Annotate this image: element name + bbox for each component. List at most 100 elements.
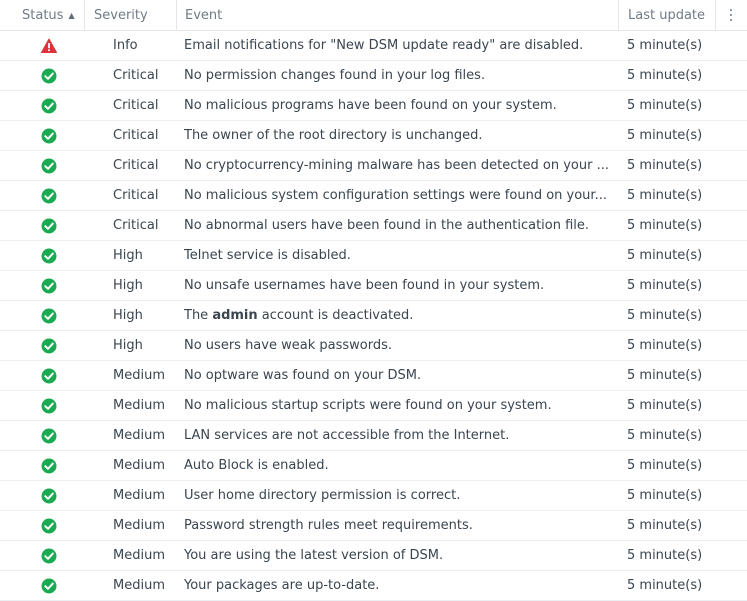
status-cell	[0, 362, 97, 390]
last-update-cell: 5 minute(s)	[627, 488, 703, 503]
check-icon	[41, 68, 57, 84]
table-row[interactable]: Critical No permission changes found in y…	[0, 61, 747, 91]
severity-cell: Medium	[113, 368, 165, 383]
last-update-cell: 5 minute(s)	[627, 68, 703, 83]
table-row[interactable]: Medium Password strength rules meet requi…	[0, 511, 747, 541]
event-cell: No unsafe usernames have been found in y…	[176, 272, 618, 300]
table-row[interactable]: Medium Auto Block is enabled. 5 minute(s)	[0, 451, 747, 481]
last-update-cell: 5 minute(s)	[627, 428, 703, 443]
severity-cell: Medium	[113, 578, 165, 593]
event-cell: No permission changes found in your log …	[176, 62, 618, 90]
event-text: No optware was found on your DSM.	[184, 368, 422, 383]
check-icon	[41, 218, 57, 234]
event-text: Telnet service is disabled.	[184, 248, 351, 263]
event-cell: You are using the latest version of DSM.	[176, 542, 618, 570]
table-row[interactable]: Critical No malicious programs have been …	[0, 91, 747, 121]
last-update-cell: 5 minute(s)	[627, 38, 703, 53]
event-cell: No malicious programs have been found on…	[176, 92, 618, 120]
last-update-cell: 5 minute(s)	[627, 278, 703, 293]
severity-cell: Critical	[113, 68, 159, 83]
event-account-name: admin	[212, 308, 258, 323]
column-header-severity[interactable]: Severity	[84, 0, 176, 30]
last-update-cell: 5 minute(s)	[627, 548, 703, 563]
column-header-last-update-label: Last update	[628, 7, 706, 23]
column-menu-button[interactable]	[715, 0, 747, 30]
event-text: The owner of the root directory is uncha…	[184, 128, 483, 143]
severity-cell: Critical	[113, 158, 159, 173]
warning-icon	[40, 38, 57, 54]
event-text: LAN services are not accessible from the…	[184, 428, 510, 443]
check-icon	[41, 158, 57, 174]
table-row[interactable]: High Telnet service is disabled. 5 minute(…	[0, 241, 747, 271]
event-cell: LAN services are not accessible from the…	[176, 422, 618, 450]
status-cell	[0, 332, 97, 360]
event-cell: No abnormal users have been found in the…	[176, 212, 618, 240]
table-row[interactable]: Critical The owner of the root directory …	[0, 121, 747, 151]
last-update-cell: 5 minute(s)	[627, 98, 703, 113]
check-icon	[41, 308, 57, 324]
severity-cell: Medium	[113, 458, 165, 473]
check-icon	[41, 338, 57, 354]
severity-cell: Medium	[113, 398, 165, 413]
last-update-cell: 5 minute(s)	[627, 158, 703, 173]
table-row[interactable]: High The admin account is deactivated. 5 m…	[0, 301, 747, 331]
event-text: User home directory permission is correc…	[184, 488, 461, 503]
event-text: No users have weak passwords.	[184, 338, 392, 353]
last-update-cell: 5 minute(s)	[627, 128, 703, 143]
last-update-cell: 5 minute(s)	[627, 458, 703, 473]
status-cell	[0, 152, 97, 180]
table-row[interactable]: Medium Your packages are up-to-date. 5 min…	[0, 571, 747, 601]
last-update-cell: 5 minute(s)	[627, 248, 703, 263]
table-row[interactable]: Critical No malicious system configuratio…	[0, 181, 747, 211]
event-text: No cryptocurrency-mining malware has bee…	[184, 158, 609, 173]
status-cell	[0, 572, 97, 600]
sort-ascending-icon: ▲	[68, 10, 75, 20]
table-row[interactable]: Critical No cryptocurrency-mining malware…	[0, 151, 747, 181]
event-cell: Telnet service is disabled.	[176, 242, 618, 270]
event-text: Password strength rules meet requirement…	[184, 518, 473, 533]
security-results-grid: Status ▲ Severity Event Last update Info…	[0, 0, 747, 601]
table-row[interactable]: Medium No malicious startup scripts were …	[0, 391, 747, 421]
event-text: You are using the latest version of DSM.	[184, 548, 444, 563]
severity-cell: Medium	[113, 518, 165, 533]
event-text: No abnormal users have been found in the…	[184, 218, 590, 233]
severity-cell: High	[113, 308, 143, 323]
grid-body: Info Email notifications for "New DSM upd…	[0, 31, 747, 601]
status-cell	[0, 272, 97, 300]
check-icon	[41, 398, 57, 414]
last-update-cell: 5 minute(s)	[627, 308, 703, 323]
table-row[interactable]: Medium No optware was found on your DSM. 5…	[0, 361, 747, 391]
column-header-last-update[interactable]: Last update	[618, 0, 715, 30]
check-icon	[41, 548, 57, 564]
check-icon	[41, 248, 57, 264]
event-text: Auto Block is enabled.	[184, 458, 329, 473]
more-vertical-icon	[730, 9, 733, 21]
column-header-event[interactable]: Event	[176, 0, 618, 30]
event-text: No malicious system configuration settin…	[184, 188, 607, 203]
severity-cell: High	[113, 278, 143, 293]
severity-cell: Critical	[113, 128, 159, 143]
status-cell	[0, 482, 97, 510]
column-header-status[interactable]: Status ▲	[0, 0, 84, 30]
table-row[interactable]: Info Email notifications for "New DSM upd…	[0, 31, 747, 61]
severity-cell: Medium	[113, 428, 165, 443]
check-icon	[41, 368, 57, 384]
status-cell	[0, 62, 97, 90]
last-update-cell: 5 minute(s)	[627, 368, 703, 383]
event-text: No malicious startup scripts were found …	[184, 398, 552, 413]
check-icon	[41, 518, 57, 534]
table-row[interactable]: Medium LAN services are not accessible fr…	[0, 421, 747, 451]
table-row[interactable]: Medium You are using the latest version o…	[0, 541, 747, 571]
table-row[interactable]: Medium User home directory permission is …	[0, 481, 747, 511]
status-cell	[0, 512, 97, 540]
status-cell	[0, 392, 97, 420]
check-icon	[41, 488, 57, 504]
event-text: The	[184, 308, 213, 323]
event-cell: User home directory permission is correc…	[176, 482, 618, 510]
severity-cell: Medium	[113, 548, 165, 563]
table-row[interactable]: Critical No abnormal users have been foun…	[0, 211, 747, 241]
table-row[interactable]: High No unsafe usernames have been found …	[0, 271, 747, 301]
table-row[interactable]: High No users have weak passwords. 5 minut…	[0, 331, 747, 361]
severity-cell: Info	[113, 38, 138, 53]
event-cell: The owner of the root directory is uncha…	[176, 122, 618, 150]
